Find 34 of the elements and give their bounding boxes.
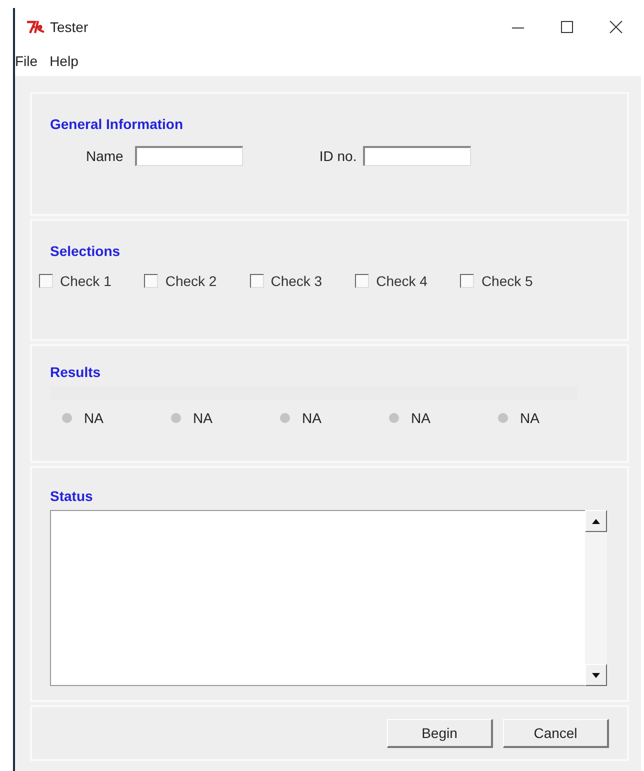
checkbox[interactable] — [250, 274, 264, 288]
checkbox-label: Check 1 — [60, 273, 112, 289]
section-heading: Status — [50, 488, 94, 504]
checkbox-label: Check 5 — [481, 273, 533, 289]
scroll-up-icon[interactable] — [585, 510, 607, 532]
checkbox-label: Check 2 — [165, 273, 217, 289]
section-heading: Selections — [50, 243, 122, 259]
menu-item[interactable]: Help — [50, 53, 78, 69]
scrollbar[interactable] — [585, 510, 607, 686]
result-label: NA — [84, 410, 104, 426]
close-icon[interactable] — [609, 20, 623, 34]
checkbox-label: Check 3 — [270, 273, 322, 289]
menu-item[interactable]: File — [15, 53, 38, 69]
checkbox[interactable] — [144, 274, 158, 288]
result-label: NA — [411, 410, 430, 426]
scroll-down-icon[interactable] — [585, 664, 607, 686]
result-label: NA — [520, 410, 540, 426]
cancel-button[interactable]: Cancel — [503, 718, 609, 748]
section-heading: Results — [50, 364, 102, 380]
section-heading: General Information — [50, 116, 184, 132]
checkbox-label: Check 4 — [376, 273, 428, 289]
field-label: Name — [86, 148, 124, 164]
begin-button[interactable]: Begin — [387, 718, 493, 748]
maximize-icon[interactable] — [560, 20, 574, 34]
checkbox[interactable] — [355, 274, 370, 288]
app-logo-icon — [26, 20, 46, 34]
field-label: ID no. — [319, 148, 357, 164]
result-label: NA — [193, 410, 212, 426]
result-label: NA — [302, 410, 322, 426]
checkbox[interactable] — [460, 274, 474, 288]
text-field[interactable] — [135, 146, 244, 166]
checkbox[interactable] — [39, 274, 53, 288]
window-title: Tester — [50, 19, 88, 35]
text-field[interactable] — [362, 146, 471, 166]
